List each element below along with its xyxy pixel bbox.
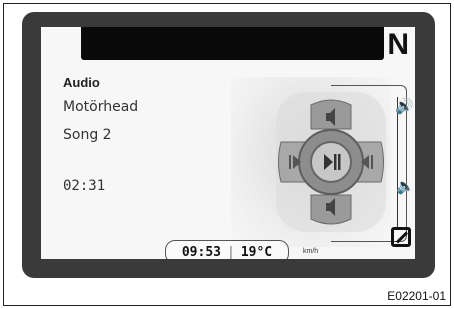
song-title: Song 2 [63, 127, 112, 143]
elapsed-time: 02:31 [63, 178, 106, 194]
no-symbol-icon [391, 227, 411, 247]
clock-time: 09:53 [181, 244, 221, 260]
speed-unit-label: km/h [303, 248, 319, 255]
figure-code: E02201-01 [387, 289, 446, 303]
speaker-volume-up-icon: 🔊 [395, 97, 414, 115]
ambient-temperature: 19°C [240, 244, 273, 260]
gear-indicator: N [387, 28, 409, 61]
volume-scale-line [397, 97, 398, 227]
artist-name: Motörhead [63, 99, 139, 115]
audio-source-label: Audio [63, 75, 100, 90]
speaker-volume-down-icon: 🔈 [396, 177, 415, 195]
status-separator: | [227, 244, 235, 260]
dashboard-screen: N Audio Motörhead Song 2 02:31 🔊 🔈 09:53… [41, 27, 415, 259]
status-pill: 09:53 | 19°C [165, 240, 289, 259]
top-status-bar [81, 27, 384, 60]
